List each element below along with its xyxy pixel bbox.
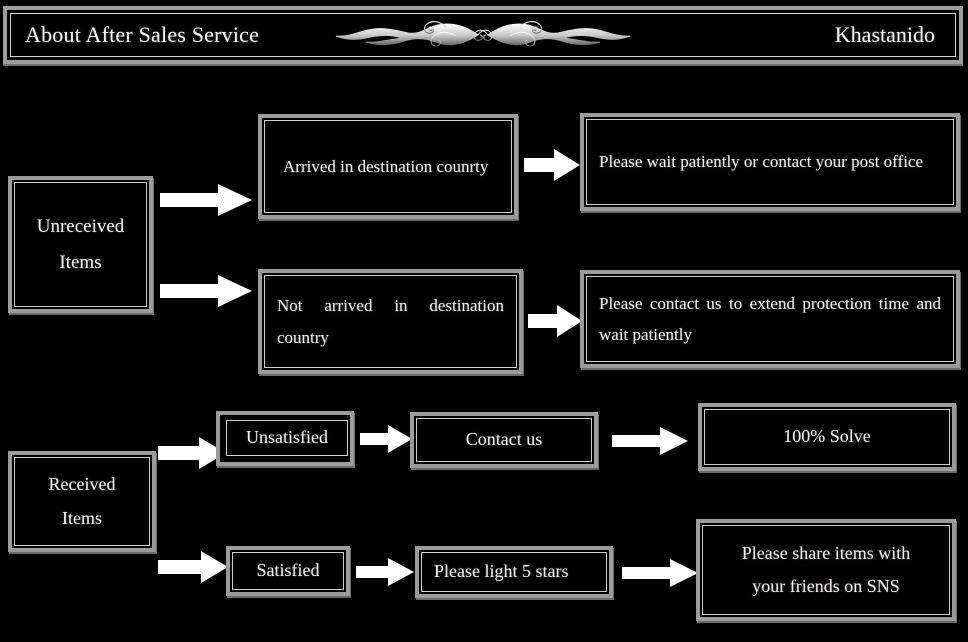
node-label: Satisfied <box>256 560 320 581</box>
arrow-unsatisfied-to-contact-us <box>360 424 412 454</box>
node-unreceived-items[interactable]: Unreceived Items <box>8 176 153 313</box>
node-label-line2: Items <box>62 507 102 528</box>
node-label-line1: Received <box>48 474 116 495</box>
page-title: About After Sales Service <box>25 22 260 47</box>
node-label: Not arrived in destination country <box>277 296 504 347</box>
node-label: Arrived in destination counrty <box>283 156 489 176</box>
node-light-5-stars[interactable]: Please light 5 stars <box>415 546 613 598</box>
node-unsatisfied[interactable]: Unsatisfied <box>216 411 354 466</box>
node-share-on-sns[interactable]: Please share items with your friends on … <box>696 519 956 621</box>
header-inner-frame: About After Sales Service Khastanido <box>10 13 956 57</box>
node-inner-frame: 100% Solve <box>704 409 950 465</box>
node-wait-patiently[interactable]: Please wait patiently or contact your po… <box>580 113 960 211</box>
node-inner-frame: Please wait patiently or contact your po… <box>586 119 954 205</box>
arrow-received-to-satisfied <box>158 550 228 584</box>
node-label-line1: Please share items with <box>741 542 911 563</box>
node-inner-frame: Contact us <box>416 418 592 462</box>
node-inner-frame: Received Items <box>14 457 150 546</box>
node-label-line2: your friends on SNS <box>752 576 900 596</box>
node-label: Unsatisfied <box>246 427 328 448</box>
node-label-line1: Unreceived <box>36 216 125 238</box>
node-label-line2: Items <box>59 251 102 273</box>
node-inner-frame: Please light 5 stars <box>421 552 607 592</box>
node-arrived-in-destination[interactable]: Arrived in destination counrty <box>258 114 518 219</box>
node-received-items[interactable]: Received Items <box>8 451 156 552</box>
node-inner-frame: Please share items with your friends on … <box>702 525 950 615</box>
arrow-contact-us-to-solve <box>612 426 688 456</box>
flourish-ornament-icon <box>328 18 638 52</box>
arrow-arrived-to-wait <box>524 148 580 182</box>
node-label: Contact us <box>465 429 543 450</box>
node-extend-protection[interactable]: Please contact us to extend protection t… <box>580 270 960 368</box>
node-inner-frame: Arrived in destination counrty <box>264 120 512 213</box>
node-label: Please light 5 stars <box>434 561 569 582</box>
node-inner-frame: Unsatisfied <box>226 420 348 456</box>
node-contact-us[interactable]: Contact us <box>410 412 598 468</box>
node-not-arrived-in-destination[interactable]: Not arrived in destination country <box>258 269 523 374</box>
node-inner-frame: Satisfied <box>232 552 344 590</box>
arrow-unreceived-to-not-arrived <box>160 273 252 309</box>
arrow-satisfied-to-light-stars <box>356 557 414 587</box>
header-banner: About After Sales Service Khastanido <box>3 6 963 64</box>
brand-name: Khastanido <box>834 22 935 47</box>
arrow-unreceived-to-arrived <box>160 182 252 218</box>
node-satisfied[interactable]: Satisfied <box>226 546 350 596</box>
node-inner-frame: Not arrived in destination country <box>264 275 517 368</box>
node-label: Please wait patiently or contact your po… <box>599 152 924 172</box>
node-inner-frame: Please contact us to extend protection t… <box>586 276 954 362</box>
arrow-light-stars-to-share <box>622 558 698 588</box>
node-label: Please contact us to extend protection t… <box>599 293 941 344</box>
arrow-not-arrived-to-contact <box>528 304 582 338</box>
node-inner-frame: Unreceived Items <box>14 182 147 307</box>
node-label: 100% Solve <box>783 426 871 447</box>
node-100-percent-solve[interactable]: 100% Solve <box>698 403 956 471</box>
